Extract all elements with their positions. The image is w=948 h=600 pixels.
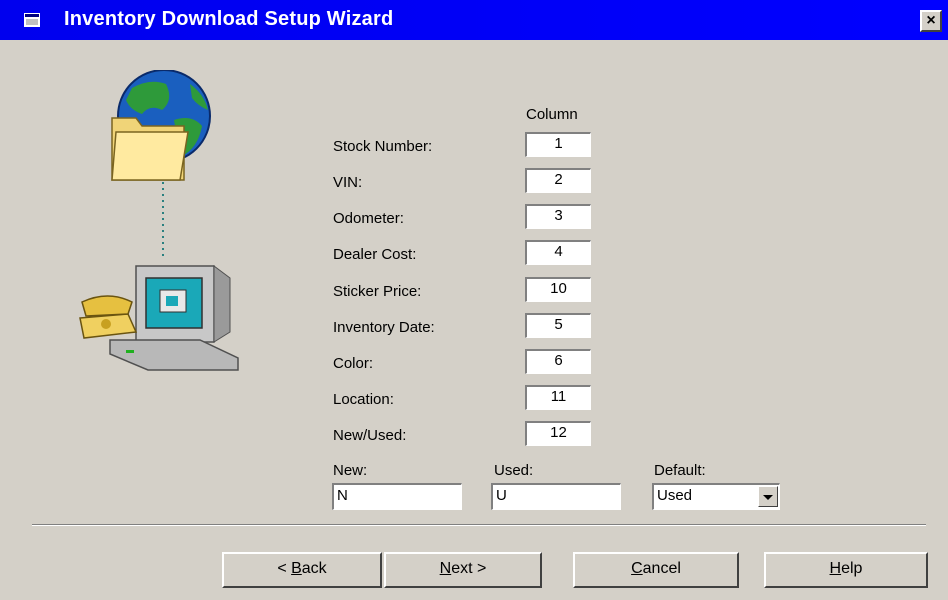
close-button[interactable]: ×: [920, 10, 942, 32]
default-select[interactable]: Used: [652, 483, 780, 510]
back-button[interactable]: < Back: [222, 552, 382, 588]
app-window-icon: [24, 13, 40, 27]
separator: [32, 524, 926, 526]
close-icon: ×: [926, 12, 936, 29]
chevron-down-icon: [763, 495, 773, 500]
help-button[interactable]: Help: [764, 552, 928, 588]
default-label: Default:: [654, 462, 706, 479]
vin-column-input[interactable]: 2: [525, 168, 591, 193]
folder-icon: [111, 117, 189, 181]
inventory-date-label: Inventory Date:: [333, 319, 435, 336]
location-label: Location:: [333, 391, 394, 408]
sticker-price-label: Sticker Price:: [333, 283, 422, 300]
stock-number-column-input[interactable]: 1: [525, 132, 591, 157]
wizard-window: Inventory Download Setup Wizard × Column…: [0, 0, 948, 600]
used-value-label: Used:: [494, 462, 534, 479]
dealer-cost-column-input[interactable]: 4: [525, 240, 591, 265]
default-select-value: Used: [657, 487, 693, 504]
color-label: Color:: [333, 355, 374, 372]
sticker-price-column-input[interactable]: 10: [525, 277, 591, 302]
new-used-label: New/Used:: [333, 427, 407, 444]
default-dropdown-button[interactable]: [758, 486, 778, 507]
new-value-input[interactable]: N: [332, 483, 462, 510]
new-value-label: New:: [333, 462, 368, 479]
new-used-column-input[interactable]: 12: [525, 421, 591, 446]
title-bar[interactable]: Inventory Download Setup Wizard ×: [0, 0, 948, 40]
wizard-illustration-icon: [79, 70, 239, 371]
location-column-input[interactable]: 11: [525, 385, 591, 410]
vin-label: VIN:: [333, 174, 363, 191]
odometer-label: Odometer:: [333, 210, 404, 227]
cancel-button[interactable]: Cancel: [573, 552, 739, 588]
phone-icon: [79, 295, 138, 339]
dealer-cost-label: Dealer Cost:: [333, 246, 417, 263]
color-column-input[interactable]: 6: [525, 349, 591, 374]
stock-number-label: Stock Number:: [333, 138, 433, 155]
inventory-date-column-input[interactable]: 5: [525, 313, 591, 338]
odometer-column-input[interactable]: 3: [525, 204, 591, 229]
window-title: Inventory Download Setup Wizard: [64, 8, 394, 30]
next-button[interactable]: Next >: [384, 552, 542, 588]
used-value-input[interactable]: U: [491, 483, 621, 510]
column-header: Column: [526, 106, 578, 123]
